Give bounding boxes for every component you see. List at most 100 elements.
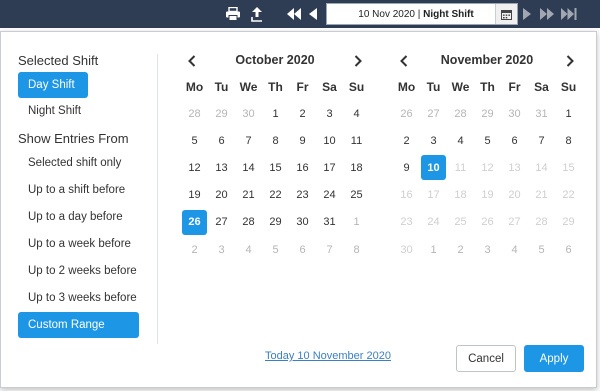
last-icon[interactable] bbox=[559, 0, 579, 28]
day-cell[interactable]: 12 bbox=[182, 155, 207, 180]
next-icon[interactable] bbox=[520, 0, 534, 28]
day-cell[interactable]: 8 bbox=[556, 128, 581, 153]
day-cell[interactable]: 6 bbox=[209, 128, 234, 153]
day-cell[interactable]: 22 bbox=[263, 183, 288, 208]
day-cell[interactable]: 18 bbox=[344, 155, 369, 180]
fast-forward-icon[interactable] bbox=[538, 0, 556, 28]
entry-custom-range[interactable]: Custom Range bbox=[18, 312, 139, 338]
weekday-label: Tu bbox=[426, 80, 441, 94]
disabled-day: 25 bbox=[454, 216, 467, 229]
show-entries-title: Show Entries From bbox=[18, 131, 129, 146]
night-shift-option[interactable]: Night Shift bbox=[18, 98, 143, 124]
weekday-label: Su bbox=[560, 80, 577, 94]
week-row: 26 27 28 29 30 31 1 bbox=[181, 209, 370, 236]
day-cell[interactable]: 4 bbox=[448, 128, 473, 153]
day-cell[interactable]: 21 bbox=[236, 183, 261, 208]
day-cell[interactable]: 20 bbox=[209, 183, 234, 208]
entry-shift-before[interactable]: Up to a shift before bbox=[18, 177, 143, 203]
day-cell[interactable]: 7 bbox=[236, 128, 261, 153]
outside-day: 30 bbox=[242, 107, 255, 120]
day-cell[interactable]: 25 bbox=[344, 183, 369, 208]
day-cell[interactable]: 31 bbox=[317, 210, 342, 235]
day-cell[interactable]: 6 bbox=[502, 128, 527, 153]
outside-day: 6 bbox=[299, 243, 306, 256]
weekday-label: We bbox=[239, 80, 258, 94]
calendar-october: October 2020 Mo Tu We Th Fr Sa Su 28 29 30 1 2 3 4 5 6… bbox=[181, 50, 370, 263]
disabled-day: 13 bbox=[508, 161, 521, 174]
day-cell[interactable]: 14 bbox=[236, 155, 261, 180]
top-toolbar: 10 Nov 2020 | Night Shift bbox=[0, 0, 600, 28]
entry-2-weeks-before[interactable]: Up to 2 weeks before bbox=[18, 258, 143, 284]
day-cell[interactable]: 11 bbox=[344, 128, 369, 153]
day-cell[interactable]: 10 bbox=[317, 128, 342, 153]
day-cell[interactable]: 3 bbox=[317, 101, 342, 126]
first-icon[interactable] bbox=[286, 0, 302, 28]
day-cell[interactable]: 27 bbox=[209, 210, 234, 235]
outside-day: 5 bbox=[538, 243, 545, 256]
print-icon[interactable] bbox=[222, 0, 244, 28]
entry-day-before[interactable]: Up to a day before bbox=[18, 204, 143, 230]
date-separator: | bbox=[417, 8, 421, 20]
day-cell[interactable]: 23 bbox=[290, 183, 315, 208]
weekday-label: Tu bbox=[214, 80, 229, 94]
calendar-icon[interactable] bbox=[495, 4, 517, 24]
day-cell[interactable]: 1 bbox=[556, 101, 581, 126]
weekday-label: Mo bbox=[397, 80, 416, 94]
next-month-icon[interactable] bbox=[349, 51, 367, 71]
outside-day: 3 bbox=[484, 243, 491, 256]
day-cell[interactable]: 4 bbox=[344, 101, 369, 126]
week-row: 12 13 14 15 16 17 18 bbox=[181, 154, 370, 181]
apply-button[interactable]: Apply bbox=[524, 345, 584, 372]
day-cell[interactable]: 13 bbox=[209, 155, 234, 180]
disabled-day: 29 bbox=[562, 216, 575, 229]
day-cell[interactable]: 8 bbox=[263, 128, 288, 153]
today-link[interactable]: Today 10 November 2020 bbox=[265, 350, 391, 362]
calendar-header: October 2020 bbox=[181, 50, 369, 72]
disabled-day: 21 bbox=[535, 189, 548, 202]
day-cell[interactable]: 30 bbox=[290, 210, 315, 235]
outside-day: 2 bbox=[191, 243, 198, 256]
weekday-label: Sa bbox=[322, 80, 337, 94]
disabled-day: 28 bbox=[535, 216, 548, 229]
entry-3-weeks-before[interactable]: Up to 3 weeks before bbox=[18, 285, 143, 311]
day-cell[interactable]: 9 bbox=[394, 155, 419, 180]
month-title: October 2020 bbox=[235, 53, 315, 67]
day-cell[interactable]: 2 bbox=[290, 101, 315, 126]
day-cell[interactable]: 1 bbox=[263, 101, 288, 126]
day-cell[interactable]: 9 bbox=[290, 128, 315, 153]
disabled-day: 14 bbox=[535, 161, 548, 174]
day-cell[interactable]: 2 bbox=[394, 128, 419, 153]
cancel-button[interactable]: Cancel bbox=[456, 345, 516, 372]
day-cell[interactable]: 15 bbox=[263, 155, 288, 180]
selected-day[interactable]: 26 bbox=[182, 209, 207, 235]
entry-week-before[interactable]: Up to a week before bbox=[18, 231, 143, 257]
day-cell[interactable]: 17 bbox=[317, 155, 342, 180]
weekday-label: Fr bbox=[508, 80, 521, 94]
day-cell[interactable]: 19 bbox=[182, 183, 207, 208]
day-cell[interactable]: 29 bbox=[263, 210, 288, 235]
disabled-day: 22 bbox=[562, 189, 575, 202]
day-cell[interactable]: 24 bbox=[317, 183, 342, 208]
calendar-header: November 2020 bbox=[393, 50, 581, 72]
week-row: 2345678 bbox=[393, 127, 582, 154]
weekday-label: Fr bbox=[296, 80, 309, 94]
day-cell[interactable]: 5 bbox=[182, 128, 207, 153]
selected-day[interactable]: 10 bbox=[421, 155, 446, 181]
day-cell[interactable]: 7 bbox=[529, 128, 554, 153]
outside-day: 26 bbox=[400, 107, 413, 120]
export-icon[interactable] bbox=[248, 0, 266, 28]
day-cell[interactable]: 28 bbox=[236, 210, 261, 235]
next-month-icon[interactable] bbox=[561, 51, 579, 71]
previous-icon[interactable] bbox=[306, 0, 320, 28]
week-row: 19 20 21 22 23 24 25 bbox=[181, 182, 370, 209]
day-cell[interactable]: 3 bbox=[421, 128, 446, 153]
entry-selected-shift-only[interactable]: Selected shift only bbox=[18, 150, 143, 176]
day-shift-option[interactable]: Day Shift bbox=[18, 72, 88, 98]
date-shift-field[interactable]: 10 Nov 2020 | Night Shift bbox=[326, 3, 518, 25]
day-cell[interactable]: 16 bbox=[290, 155, 315, 180]
week-row: 16 17 18 19 20 21 22 bbox=[393, 182, 582, 209]
outside-day: 27 bbox=[427, 107, 440, 120]
weekday-row: Mo Tu We Th Fr Sa Su bbox=[393, 80, 582, 98]
day-cell[interactable]: 5 bbox=[475, 128, 500, 153]
outside-day: 31 bbox=[535, 107, 548, 120]
